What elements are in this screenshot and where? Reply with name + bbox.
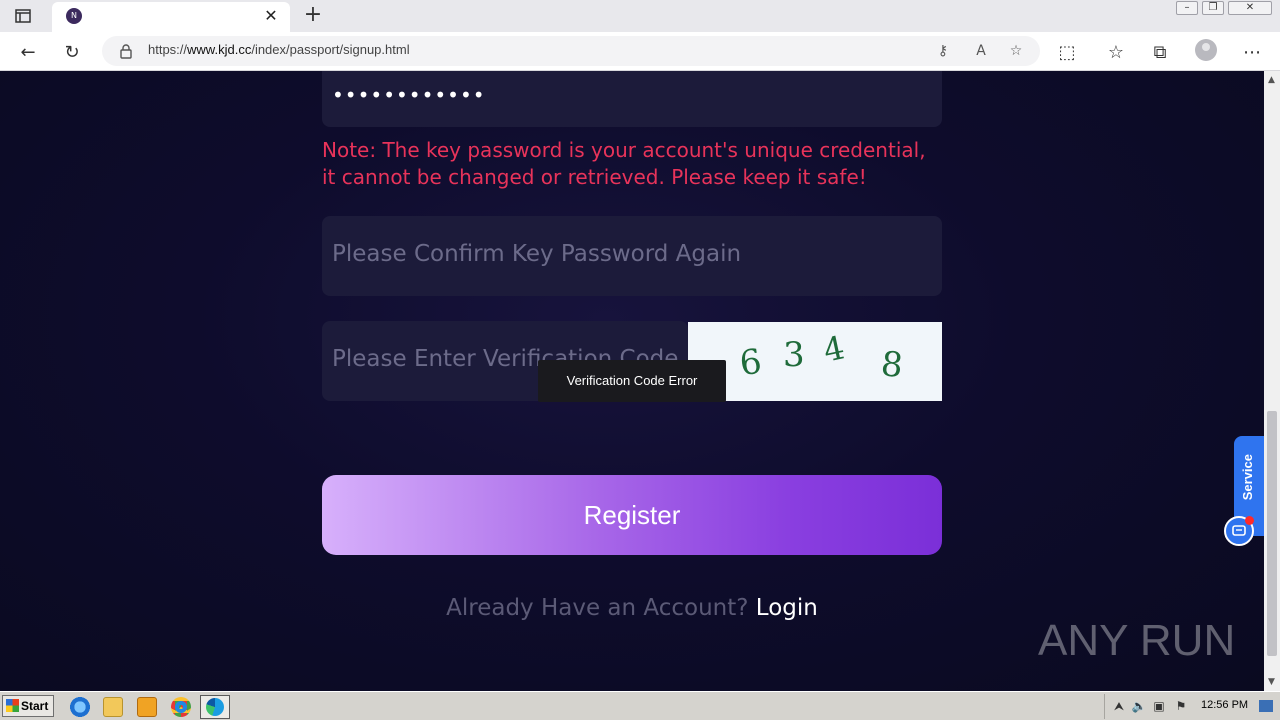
start-label: Start — [21, 699, 49, 713]
windows-taskbar: Start ⮝ 🔈 ▣ ⚑ 12:56 PM — [0, 691, 1280, 720]
extensions-icon[interactable]: ⬚ — [1055, 40, 1079, 64]
watermark-text: ANY RUN — [1038, 616, 1236, 665]
page-scrollbar[interactable]: ▲ ▼ — [1264, 71, 1280, 691]
add-favorite-icon[interactable]: ☆ — [1007, 42, 1025, 60]
address-bar[interactable]: https://www.kjd.cc/index/passport/signup… — [102, 36, 1040, 66]
captcha-digits: 6 3 4 8 — [737, 328, 905, 386]
clock[interactable]: 12:56 PM — [1201, 699, 1248, 711]
windows-logo-icon — [6, 699, 19, 712]
captcha-digit: 6 — [737, 342, 764, 385]
signup-page: •••••••••••• Note: The key password is y… — [0, 71, 1264, 691]
profile-avatar[interactable] — [1195, 39, 1217, 61]
already-text: Already Have an Account? — [446, 595, 749, 621]
new-tab-button[interactable]: + — [302, 4, 324, 26]
show-desktop-icon[interactable] — [1259, 700, 1273, 712]
captcha-image[interactable]: 6 3 4 8 — [688, 322, 942, 401]
key-password-input[interactable]: •••••••••••• — [322, 71, 942, 127]
edge-taskbar-button[interactable] — [200, 695, 230, 719]
media-player-icon[interactable] — [137, 697, 157, 717]
window-icon — [15, 9, 31, 23]
service-label: Service — [1240, 454, 1255, 501]
scroll-up-icon[interactable]: ▲ — [1268, 75, 1275, 85]
back-arrow-icon[interactable]: ← — [16, 40, 40, 64]
scroll-down-icon[interactable]: ▼ — [1268, 677, 1275, 687]
url-text: https://www.kjd.cc/index/passport/signup… — [148, 42, 410, 57]
login-prompt: Already Have an Account? Login — [322, 595, 942, 621]
password-mask: •••••••••••• — [332, 83, 486, 107]
error-tooltip: Verification Code Error — [538, 360, 726, 402]
ie-icon[interactable] — [70, 697, 90, 717]
more-menu-icon[interactable]: ⋯ — [1240, 40, 1264, 64]
anyrun-watermark: ANY RUN — [1038, 611, 1235, 671]
browser-tab-active[interactable]: N ✕ — [52, 2, 290, 32]
system-tray: ⮝ 🔈 ▣ ⚑ 12:56 PM — [1104, 694, 1280, 719]
site-favicon-icon: N — [66, 8, 82, 24]
refresh-icon[interactable]: ↻ — [60, 40, 84, 64]
captcha-digit: 8 — [879, 344, 905, 386]
browser-tab-bar: N ✕ + – ❐ ✕ — [0, 0, 1280, 32]
edge-icon — [206, 698, 224, 716]
password-note: Note: The key password is your account's… — [322, 138, 926, 189]
network-icon[interactable]: ▣ — [1151, 698, 1167, 714]
restore-button[interactable]: ❐ — [1202, 1, 1224, 15]
confirm-password-placeholder: Please Confirm Key Password Again — [332, 241, 742, 267]
chat-bubble-icon[interactable] — [1224, 516, 1254, 546]
tab-actions-button[interactable] — [12, 6, 34, 26]
minimize-button[interactable]: – — [1176, 1, 1198, 15]
start-button[interactable]: Start — [2, 695, 54, 717]
tray-expand-icon[interactable]: ⮝ — [1111, 698, 1127, 714]
favorites-icon[interactable]: ☆ — [1104, 40, 1128, 64]
captcha-digit: 4 — [820, 328, 848, 369]
tab-close-icon[interactable]: ✕ — [262, 7, 280, 25]
folder-icon[interactable] — [103, 697, 123, 717]
collections-icon[interactable]: ⧉ — [1148, 40, 1172, 64]
confirm-password-input[interactable]: Please Confirm Key Password Again — [322, 216, 942, 296]
key-icon[interactable]: ⚷ — [934, 42, 952, 60]
chrome-icon[interactable] — [171, 697, 191, 717]
window-controls: – ❐ ✕ — [1176, 1, 1272, 17]
captcha-digit: 3 — [783, 335, 805, 375]
volume-icon[interactable]: 🔈 — [1131, 698, 1147, 714]
action-center-flag-icon[interactable]: ⚑ — [1173, 698, 1189, 714]
login-link[interactable]: Login — [756, 595, 818, 621]
notification-dot — [1245, 516, 1254, 525]
close-window-button[interactable]: ✕ — [1228, 1, 1272, 15]
register-button[interactable]: Register — [322, 475, 942, 555]
browser-toolbar: ← ↻ https://www.kjd.cc/index/passport/si… — [0, 32, 1280, 71]
lock-icon — [120, 44, 132, 59]
read-aloud-icon[interactable]: A — [972, 42, 990, 60]
scroll-thumb[interactable] — [1267, 411, 1277, 656]
